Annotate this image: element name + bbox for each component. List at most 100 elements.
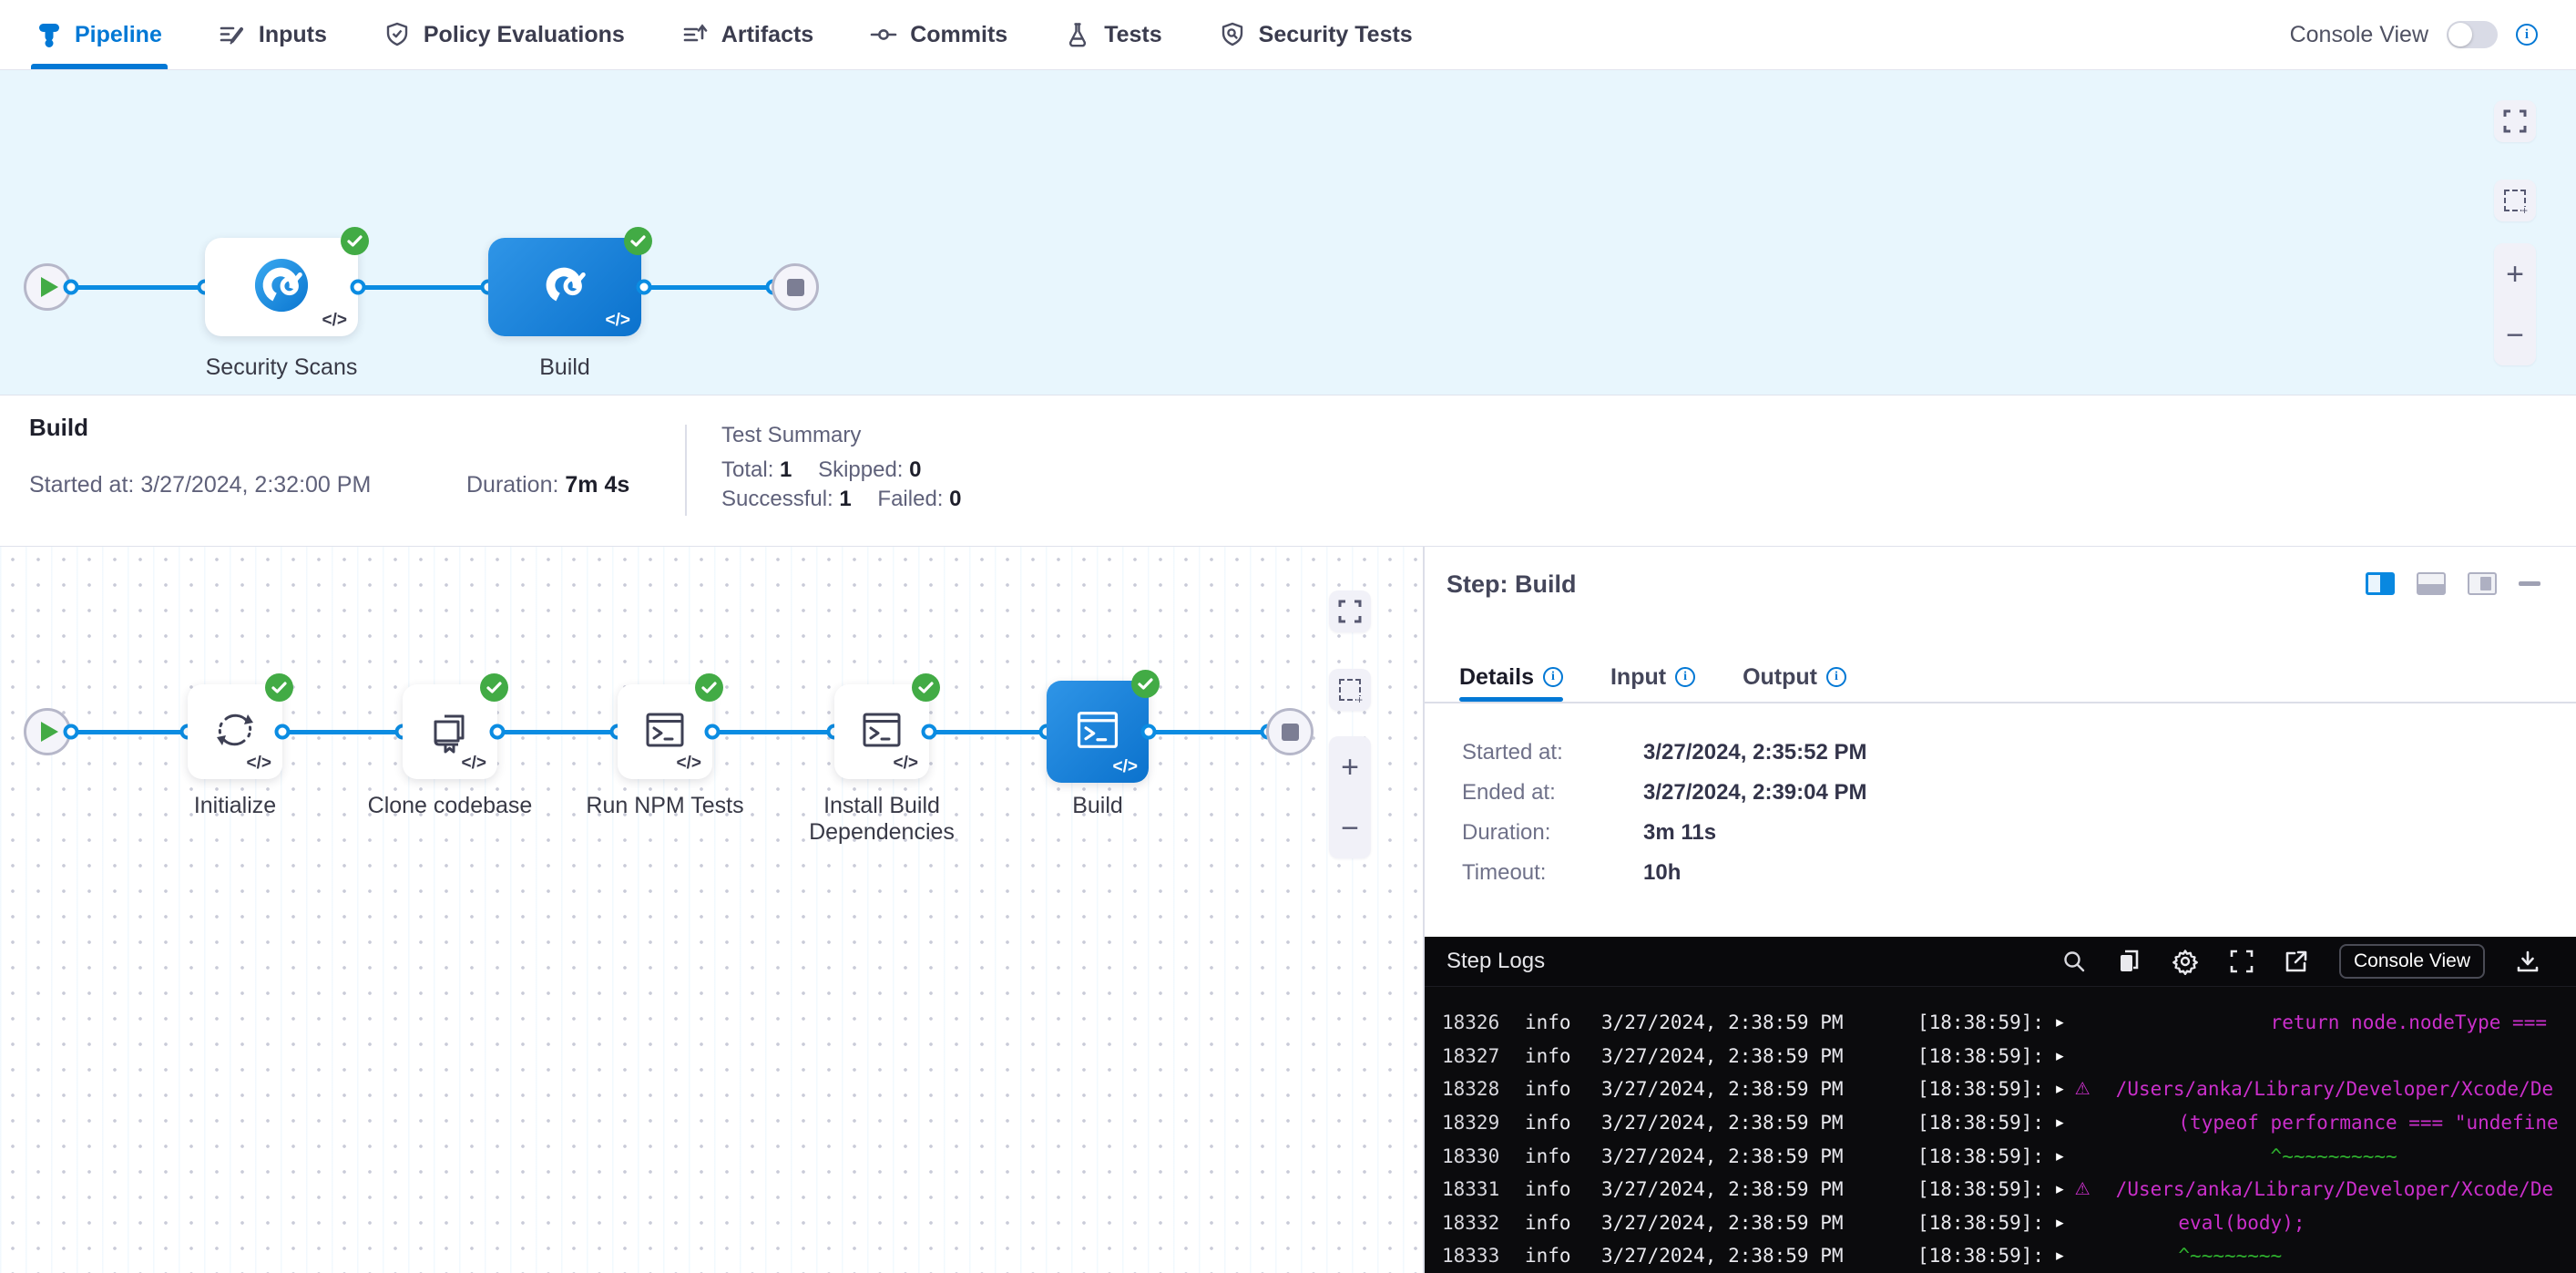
code-badge: </>: [1113, 757, 1138, 777]
log-level: info: [1525, 1011, 1570, 1033]
tab-commits[interactable]: Commits: [870, 0, 1007, 69]
detail-value: 3/27/2024, 2:35:52 PM: [1643, 740, 1867, 765]
play-icon: [41, 722, 58, 742]
log-line: 18327 info 3/27/2024, 2:38:59 PM [18:38:…: [1425, 1040, 2576, 1073]
step-node-initialize[interactable]: </>: [188, 684, 282, 779]
info-icon[interactable]: [2516, 24, 2538, 46]
log-line: 18328 info 3/27/2024, 2:38:59 PM [18:38:…: [1425, 1073, 2576, 1106]
tab-inputs[interactable]: Inputs: [219, 0, 327, 69]
success-check-icon: [341, 227, 369, 255]
detail-label: Timeout:: [1462, 860, 1643, 886]
settings-gear-icon[interactable]: [2172, 948, 2199, 975]
collapse-panel-button[interactable]: [2519, 581, 2540, 586]
search-icon[interactable]: [2062, 950, 2086, 973]
expand-arrow-icon[interactable]: ▸: [2056, 1080, 2064, 1098]
tab-label: Output: [1743, 664, 1817, 691]
tab-label: Tests: [1104, 22, 1161, 48]
tab-output[interactable]: Output: [1743, 654, 1846, 700]
end-node[interactable]: [772, 263, 819, 311]
warning-icon: ⚠: [2075, 1079, 2090, 1099]
connector-dot: [637, 280, 652, 295]
expand-arrow-icon[interactable]: ▸: [2056, 1114, 2064, 1132]
zoom-out-button[interactable]: −: [1341, 813, 1359, 844]
detail-row: Started at: 3/27/2024, 2:35:52 PM: [1462, 740, 1867, 780]
console-view-toggle[interactable]: [2447, 21, 2498, 48]
expand-arrow-icon[interactable]: ▸: [2056, 1247, 2064, 1265]
connector-dot: [1141, 724, 1157, 740]
code-badge: </>: [462, 754, 486, 774]
detail-row: Duration: 3m 11s: [1462, 820, 1867, 860]
fullscreen-button[interactable]: [1329, 590, 1371, 632]
fullscreen-icon[interactable]: [2230, 950, 2254, 973]
layout-floating-icon[interactable]: [2468, 572, 2497, 595]
step-node-install-build-dependencies[interactable]: </>: [834, 684, 929, 779]
copy-icon[interactable]: [2117, 949, 2141, 974]
log-level: info: [1525, 1112, 1570, 1134]
download-icon[interactable]: [2516, 950, 2540, 973]
terminal-icon: [641, 706, 689, 758]
fullscreen-button[interactable]: [2494, 100, 2536, 142]
detail-label: Started at:: [1462, 740, 1643, 765]
log-timestamp: 3/27/2024, 2:38:59 PM: [1601, 1178, 1854, 1200]
tab-details[interactable]: Details: [1459, 654, 1563, 700]
step-node-build[interactable]: </>: [1047, 681, 1149, 783]
code-badge: </>: [894, 754, 918, 774]
end-node[interactable]: [1266, 708, 1314, 755]
step-label: Install Build Dependencies: [763, 793, 1000, 846]
execution-graph-canvas[interactable]: </> </>: [0, 547, 1425, 1273]
expand-arrow-icon[interactable]: ▸: [2056, 1013, 2064, 1032]
stage-node-build[interactable]: </>: [488, 238, 641, 336]
tab-input[interactable]: Input: [1610, 654, 1695, 700]
sync-icon: [211, 706, 259, 758]
layout-split-bottom-icon[interactable]: [2417, 572, 2446, 595]
divider: [685, 425, 687, 516]
log-line-number: 18329: [1442, 1112, 1499, 1134]
info-icon[interactable]: [1826, 667, 1846, 687]
edge-line: [47, 285, 795, 290]
log-bracket-time: [18:38:59]:: [1917, 1212, 2044, 1234]
step-panel-header: Step: Build: [1425, 547, 2576, 620]
zoom-in-button[interactable]: +: [2506, 259, 2524, 290]
code-badge: </>: [606, 311, 630, 331]
expand-arrow-icon[interactable]: ▸: [2056, 1147, 2064, 1165]
step-detail-panel: Step: Build Details Input: [1425, 547, 2576, 1273]
stage-graph-canvas[interactable]: </> </> Sec: [0, 70, 2576, 395]
step-node-clone-codebase[interactable]: </>: [403, 684, 497, 779]
tab-pipeline[interactable]: Pipeline: [36, 0, 162, 69]
tab-policy-evaluations[interactable]: Policy Evaluations: [383, 0, 625, 69]
expand-arrow-icon[interactable]: ▸: [2056, 1047, 2064, 1065]
tab-security-tests[interactable]: Security Tests: [1219, 0, 1413, 69]
tab-label: Artifacts: [721, 22, 813, 48]
panel-layout-controls: [2366, 572, 2540, 595]
log-line-number: 18326: [1442, 1011, 1499, 1033]
log-line-number: 18332: [1442, 1212, 1499, 1234]
console-view-button[interactable]: Console View: [2339, 944, 2485, 979]
open-in-new-icon[interactable]: [2285, 950, 2308, 973]
log-content: /Users/anka/Library/Developer/Xcode/De: [2116, 1178, 2553, 1200]
expand-arrow-icon[interactable]: ▸: [2056, 1180, 2064, 1198]
log-line: 18333 info 3/27/2024, 2:38:59 PM [18:38:…: [1425, 1239, 2576, 1273]
info-icon[interactable]: [1675, 667, 1695, 687]
tab-tests[interactable]: Tests: [1064, 0, 1161, 69]
marquee-select-button[interactable]: +: [1329, 669, 1371, 711]
step-label: Build: [979, 793, 1216, 819]
log-line-number: 18333: [1442, 1245, 1499, 1267]
log-output[interactable]: 18326 info 3/27/2024, 2:38:59 PM [18:38:…: [1425, 986, 2576, 1273]
tab-label: Inputs: [259, 22, 327, 48]
warning-icon: ⚠: [2075, 1179, 2090, 1199]
log-timestamp: 3/27/2024, 2:38:59 PM: [1601, 1212, 1854, 1234]
tab-label: Input: [1610, 664, 1666, 691]
expand-arrow-icon[interactable]: ▸: [2056, 1214, 2064, 1232]
log-level: info: [1525, 1212, 1570, 1234]
log-content: ^~~~~~~~~: [2075, 1245, 2283, 1267]
zoom-out-button[interactable]: −: [2506, 320, 2524, 351]
tab-artifacts[interactable]: Artifacts: [681, 0, 813, 69]
marquee-select-button[interactable]: +: [2494, 180, 2536, 221]
step-node-run-npm-tests[interactable]: </>: [618, 684, 712, 779]
zoom-in-button[interactable]: +: [1341, 752, 1359, 783]
test-summary-row: Total: 1 Skipped: 0: [721, 456, 962, 485]
stage-summary-title: Build: [29, 414, 88, 442]
info-icon[interactable]: [1543, 667, 1563, 687]
layout-split-right-icon[interactable]: [2366, 572, 2395, 595]
stage-node-security-scans[interactable]: </>: [205, 238, 358, 336]
